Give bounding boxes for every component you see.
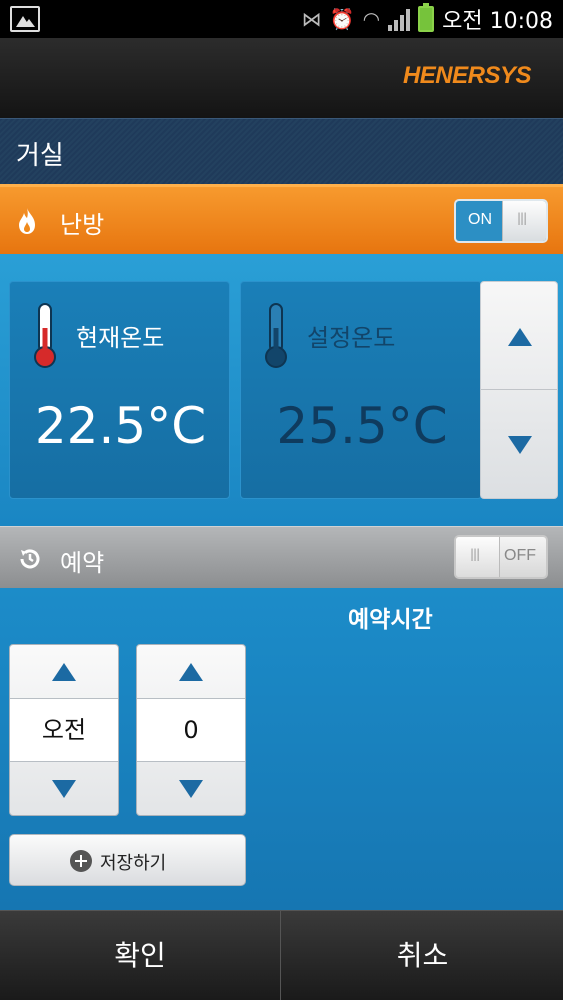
picture-icon: [10, 6, 40, 32]
cancel-button[interactable]: 취소: [282, 911, 563, 1000]
battery-icon: [418, 3, 435, 32]
hour-spinner: 0: [136, 644, 246, 816]
clock-icon: [20, 549, 40, 569]
ampm-up-button[interactable]: [10, 645, 118, 699]
nfc-icon: ⋈: [301, 7, 322, 31]
arrow-down-icon: [179, 780, 203, 798]
reservation-toggle-label: OFF: [504, 547, 536, 564]
save-label: 저장하기: [100, 853, 167, 874]
arrow-up-icon: [179, 663, 203, 681]
room-bar: 거실: [0, 118, 563, 184]
plus-icon: [70, 850, 92, 872]
ampm-value: 오전: [10, 699, 118, 761]
wifi-icon: ◠: [362, 7, 381, 31]
status-time: 오전 10:08: [442, 9, 553, 34]
temp-down-button[interactable]: [481, 390, 557, 498]
set-temp-label: 설정온도: [307, 324, 396, 352]
hour-up-button[interactable]: [137, 645, 245, 699]
set-temp-value: 25.5°C: [276, 397, 448, 455]
arrow-up-icon: [52, 663, 76, 681]
status-bar: ⋈ ⏰ ◠ 오전 10:08: [0, 0, 563, 38]
current-temp-value: 22.5°C: [34, 397, 207, 455]
ampm-down-button[interactable]: [10, 761, 118, 815]
heating-toggle[interactable]: ON: [454, 199, 548, 243]
arrow-down-icon: [508, 436, 532, 454]
reservation-toggle[interactable]: OFF: [454, 535, 548, 579]
signal-icon: [388, 7, 411, 31]
confirm-button[interactable]: 확인: [0, 911, 281, 1000]
toggle-knob: [456, 537, 500, 577]
room-title: 거실: [16, 141, 64, 171]
thermometer-icon: [265, 303, 287, 368]
arrow-up-icon: [508, 328, 532, 346]
heating-label: 난방: [60, 211, 105, 239]
set-temp-stepper: [480, 281, 558, 499]
save-button[interactable]: 저장하기: [9, 834, 246, 886]
brand-logo: HENERSYS: [402, 62, 532, 89]
flame-icon: [19, 208, 35, 234]
ampm-spinner: 오전: [9, 644, 119, 816]
hour-value: 0: [137, 699, 245, 761]
reservation-label: 예약: [60, 549, 105, 577]
current-temp-panel: 현재온도 22.5°C: [9, 281, 230, 499]
hour-down-button[interactable]: [137, 761, 245, 815]
heating-toggle-label: ON: [468, 211, 492, 228]
reservation-time-label: 예약시간: [348, 607, 433, 633]
status-icons: ⋈ ⏰ ◠ 오전 10:08: [301, 3, 553, 34]
current-temp-label: 현재온도: [76, 324, 165, 352]
app-header: HENERSYS: [0, 38, 563, 118]
temp-up-button[interactable]: [481, 282, 557, 390]
set-temp-panel: 설정온도 25.5°C: [240, 281, 482, 499]
thermometer-icon: [34, 303, 56, 368]
toggle-knob: [502, 201, 546, 241]
arrow-down-icon: [52, 780, 76, 798]
alarm-icon: ⏰: [329, 7, 355, 31]
bottom-bar: 확인 취소: [0, 910, 563, 1000]
